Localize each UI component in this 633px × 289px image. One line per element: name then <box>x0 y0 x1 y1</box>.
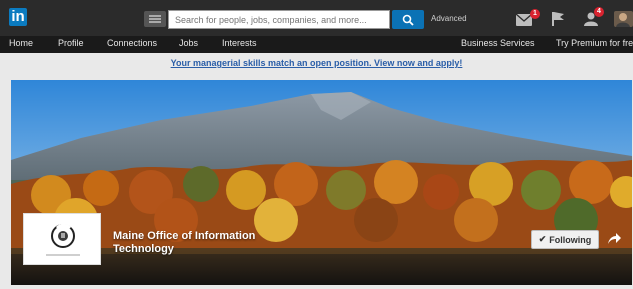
avatar <box>614 11 633 27</box>
company-logo <box>23 213 101 265</box>
job-match-link[interactable]: Your managerial skills match an open pos… <box>171 58 463 68</box>
search-input[interactable] <box>168 10 390 29</box>
nav-jobs[interactable]: Jobs <box>179 38 198 48</box>
following-button[interactable]: ✔ Following <box>531 230 599 249</box>
nav-business-services[interactable]: Business Services <box>461 38 535 48</box>
nav-connections[interactable]: Connections <box>107 38 157 48</box>
advanced-search-link[interactable]: Advanced <box>431 14 467 23</box>
nav-home[interactable]: Home <box>9 38 33 48</box>
following-label: Following <box>549 234 592 245</box>
linkedin-company-page: in Advanced 1 <box>0 0 633 289</box>
messages-badge: 1 <box>530 9 540 19</box>
profile-avatar[interactable] <box>614 11 633 32</box>
messages-button[interactable]: 1 <box>515 9 540 31</box>
flag-icon <box>552 12 564 26</box>
nav-interests[interactable]: Interests <box>222 38 257 48</box>
job-match-banner: Your managerial skills match an open pos… <box>0 53 633 74</box>
add-connection-button[interactable]: 4 <box>584 7 604 31</box>
search-category-menu[interactable] <box>144 11 166 27</box>
top-bar: in Advanced 1 <box>0 0 633 36</box>
nav-profile[interactable]: Profile <box>58 38 84 48</box>
share-icon <box>608 233 621 244</box>
company-hero: Maine Office of Information Technology ✔… <box>11 80 632 285</box>
logo-mark: in <box>9 8 27 26</box>
notifications-flag-button[interactable] <box>552 12 564 31</box>
linkedin-logo[interactable]: in <box>8 6 27 28</box>
company-logo-icon <box>46 223 80 256</box>
hero-image <box>11 80 632 285</box>
search-icon <box>402 14 414 26</box>
nav-try-premium[interactable]: Try Premium for free <box>556 38 633 48</box>
share-button[interactable] <box>606 231 622 247</box>
search-button[interactable] <box>392 10 424 29</box>
company-name: Maine Office of Information Technology <box>113 230 256 255</box>
check-icon: ✔ <box>538 234 547 244</box>
main-nav: Home Profile Connections Jobs Interests … <box>0 36 633 53</box>
notifications-badge: 4 <box>594 7 604 17</box>
